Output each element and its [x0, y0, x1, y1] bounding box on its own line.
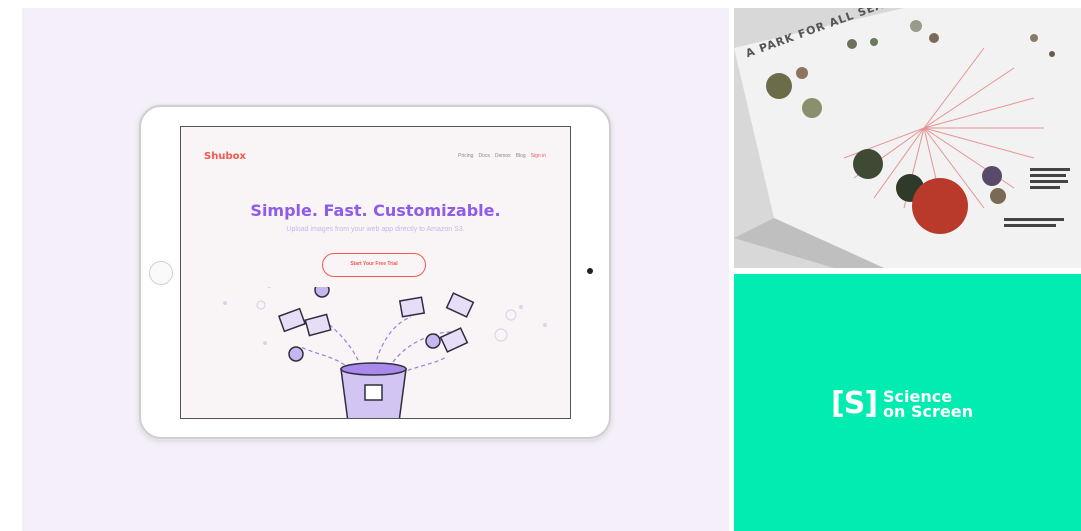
magazine-spread-image [734, 8, 1081, 268]
nav-item-blog[interactable]: Blog [516, 153, 526, 159]
science-on-screen-panel[interactable]: [S] Science on Screen [734, 274, 1081, 531]
sign-in-link[interactable]: Sign in [531, 153, 546, 159]
nav-item-demos[interactable]: Demos [495, 153, 511, 159]
brand-logo[interactable]: Shubox [204, 151, 246, 162]
magazine-photo[interactable]: A PARK FOR ALL SEASONS [734, 8, 1081, 268]
nav-item-pricing[interactable]: Pricing [458, 153, 473, 159]
upload-illustration [223, 287, 547, 418]
ipad-home-button-icon [149, 261, 173, 285]
science-on-screen-wordmark: Science on Screen [883, 388, 973, 421]
nav-item-docs[interactable]: Docs [478, 153, 489, 159]
ipad-screen: Shubox Pricing Docs Demos Blog Sign in S… [180, 126, 571, 419]
wordmark-line-2: on Screen [883, 401, 973, 421]
hero-subheading: Upload images from your web app directly… [286, 226, 465, 233]
ipad-camera-icon [587, 268, 593, 274]
science-on-screen-mark: [S] [831, 386, 878, 421]
hero-headline: Simple. Fast. Customizable. [250, 201, 501, 220]
ipad-mockup: Shubox Pricing Docs Demos Blog Sign in S… [139, 105, 611, 439]
shubox-showcase-panel[interactable]: Shubox Pricing Docs Demos Blog Sign in S… [22, 8, 729, 531]
start-free-trial-button[interactable]: Start Your Free Trial [322, 253, 426, 277]
science-on-screen-logo: [S] Science on Screen [831, 386, 973, 421]
top-nav: Pricing Docs Demos Blog Sign in [458, 153, 546, 159]
